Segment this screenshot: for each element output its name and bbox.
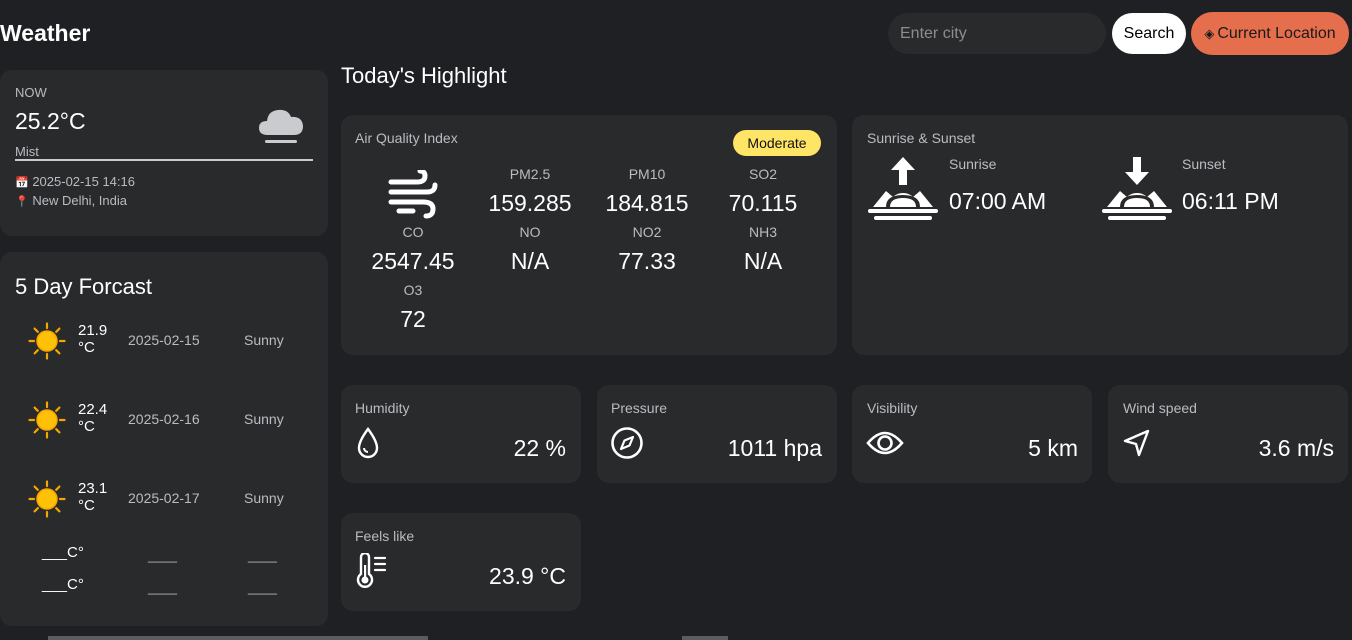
droplet-icon bbox=[357, 427, 379, 459]
no2-value: 77.33 bbox=[618, 248, 676, 274]
wind-speed-card: Wind speed 3.6 m/s bbox=[1108, 385, 1348, 483]
feels-like-card: Feels like 23.9 °C bbox=[341, 513, 581, 611]
current-location: 📍 New Delhi, India bbox=[15, 193, 127, 208]
sunrise-icon bbox=[868, 157, 938, 220]
forecast-temp-unit: °C bbox=[78, 339, 95, 356]
forecast-temp: 21.9 °C bbox=[78, 322, 107, 356]
current-location-button[interactable]: ◈ Current Location bbox=[1191, 12, 1349, 55]
so2-value: 70.115 bbox=[728, 190, 798, 216]
current-location-label: Current Location bbox=[1217, 24, 1336, 42]
wind-icon bbox=[388, 170, 438, 219]
forecast-row: 22.4 °C 2025-02-16 Sunny bbox=[0, 401, 328, 451]
feels-like-label: Feels like bbox=[355, 528, 415, 544]
forecast-placeholder-temp: ___C° bbox=[42, 544, 84, 561]
sunset-time: 06:11 PM bbox=[1182, 188, 1279, 214]
sun-icon bbox=[28, 480, 66, 518]
co-label: CO bbox=[402, 224, 424, 240]
o3-label: O3 bbox=[403, 282, 423, 298]
o3-value: 72 bbox=[400, 306, 426, 332]
forecast-card: 5 Day Forcast 21.9 °C 2025-02-15 Sunny 2… bbox=[0, 252, 328, 626]
pm10-value: 184.815 bbox=[605, 190, 689, 216]
forecast-row: 21.9 °C 2025-02-15 Sunny bbox=[0, 322, 328, 372]
horizontal-scrollbar-thumb[interactable] bbox=[682, 636, 728, 640]
forecast-temp-value: 23.1 bbox=[78, 480, 108, 497]
forecast-desc: Sunny bbox=[244, 490, 284, 506]
current-temperature: 25.2°C bbox=[15, 108, 86, 134]
divider bbox=[15, 159, 313, 161]
thermometer-icon bbox=[356, 553, 387, 588]
sunrise-label: Sunrise bbox=[949, 156, 997, 172]
co-value: 2547.45 bbox=[371, 248, 455, 274]
no-label: NO bbox=[519, 224, 541, 240]
sunset-icon bbox=[1102, 157, 1172, 220]
current-condition: Mist bbox=[15, 144, 39, 159]
calendar-icon: 📅 bbox=[15, 177, 29, 189]
eye-icon bbox=[866, 431, 904, 455]
forecast-placeholder-date: ____ bbox=[148, 548, 177, 563]
humidity-card: Humidity 22 % bbox=[341, 385, 581, 483]
forecast-placeholder-desc: ____ bbox=[248, 580, 277, 595]
wind-speed-value: 3.6 m/s bbox=[1258, 435, 1334, 461]
now-label: NOW bbox=[15, 85, 47, 100]
pm25-value: 159.285 bbox=[488, 190, 572, 216]
highlights-title: Today's Highlight bbox=[341, 63, 507, 88]
forecast-temp-unit: °C bbox=[78, 497, 95, 514]
horizontal-scrollbar[interactable] bbox=[48, 636, 428, 640]
feels-like-value: 23.9 °C bbox=[489, 563, 566, 589]
app-title: Weather bbox=[0, 20, 91, 46]
location-text: New Delhi, India bbox=[32, 193, 127, 208]
forecast-temp: 23.1 °C bbox=[78, 480, 107, 514]
search-input[interactable] bbox=[888, 13, 1106, 54]
forecast-date: 2025-02-16 bbox=[128, 411, 200, 427]
pm25-label: PM2.5 bbox=[509, 166, 551, 182]
compass-icon bbox=[611, 427, 643, 459]
forecast-placeholder-temp: ___C° bbox=[42, 576, 84, 593]
aqi-label: Air Quality Index bbox=[355, 130, 458, 146]
forecast-desc: Sunny bbox=[244, 332, 284, 348]
forecast-row: 23.1 °C 2025-02-17 Sunny bbox=[0, 480, 328, 530]
no-value: N/A bbox=[510, 248, 550, 274]
pressure-card: Pressure 1011 hpa bbox=[597, 385, 837, 483]
sun-card-label: Sunrise & Sunset bbox=[867, 130, 976, 146]
search-button[interactable]: Search bbox=[1112, 13, 1186, 54]
sunset-label: Sunset bbox=[1182, 156, 1226, 172]
pressure-label: Pressure bbox=[611, 400, 668, 416]
forecast-placeholder-date: ____ bbox=[148, 580, 177, 595]
forecast-date: 2025-02-17 bbox=[128, 490, 200, 506]
nh3-value: N/A bbox=[743, 248, 783, 274]
air-quality-card: Air Quality Index Moderate PM2.5 159.285… bbox=[341, 115, 837, 355]
forecast-temp-unit: °C bbox=[78, 418, 95, 435]
location-target-icon: ◈ bbox=[1204, 25, 1215, 41]
date-text: 2025-02-15 14:16 bbox=[32, 174, 135, 189]
visibility-value: 5 km bbox=[1028, 435, 1078, 461]
visibility-label: Visibility bbox=[867, 400, 918, 416]
sun-icon bbox=[28, 401, 66, 439]
sunrise-sunset-card: Sunrise & Sunset Sunrise 07:00 AM Sunset… bbox=[852, 115, 1348, 355]
current-date: 📅 2025-02-15 14:16 bbox=[15, 174, 135, 189]
aqi-status-badge: Moderate bbox=[733, 130, 821, 156]
forecast-temp-value: 22.4 bbox=[78, 401, 108, 418]
forecast-desc: Sunny bbox=[244, 411, 284, 427]
cloud-icon bbox=[259, 109, 303, 143]
pm10-label: PM10 bbox=[628, 166, 666, 182]
navigation-arrow-icon bbox=[1123, 429, 1150, 457]
forecast-temp-value: 21.9 bbox=[78, 322, 108, 339]
nh3-label: NH3 bbox=[748, 224, 777, 240]
humidity-value: 22 % bbox=[513, 435, 566, 461]
forecast-temp: 22.4 °C bbox=[78, 401, 107, 435]
sunrise-time: 07:00 AM bbox=[949, 188, 1047, 214]
forecast-placeholder-desc: ____ bbox=[248, 548, 277, 563]
forecast-date: 2025-02-15 bbox=[128, 332, 200, 348]
humidity-label: Humidity bbox=[355, 400, 410, 416]
sun-icon bbox=[28, 322, 66, 360]
pressure-value: 1011 hpa bbox=[727, 435, 822, 461]
no2-label: NO2 bbox=[632, 224, 662, 240]
visibility-card: Visibility 5 km bbox=[852, 385, 1092, 483]
forecast-title: 5 Day Forcast bbox=[15, 274, 152, 299]
current-weather-card: NOW 25.2°C Mist 📅 2025-02-15 14:16 📍 New… bbox=[0, 70, 328, 236]
wind-speed-label: Wind speed bbox=[1123, 400, 1197, 416]
so2-label: SO2 bbox=[748, 166, 777, 182]
pin-icon: 📍 bbox=[15, 196, 29, 208]
